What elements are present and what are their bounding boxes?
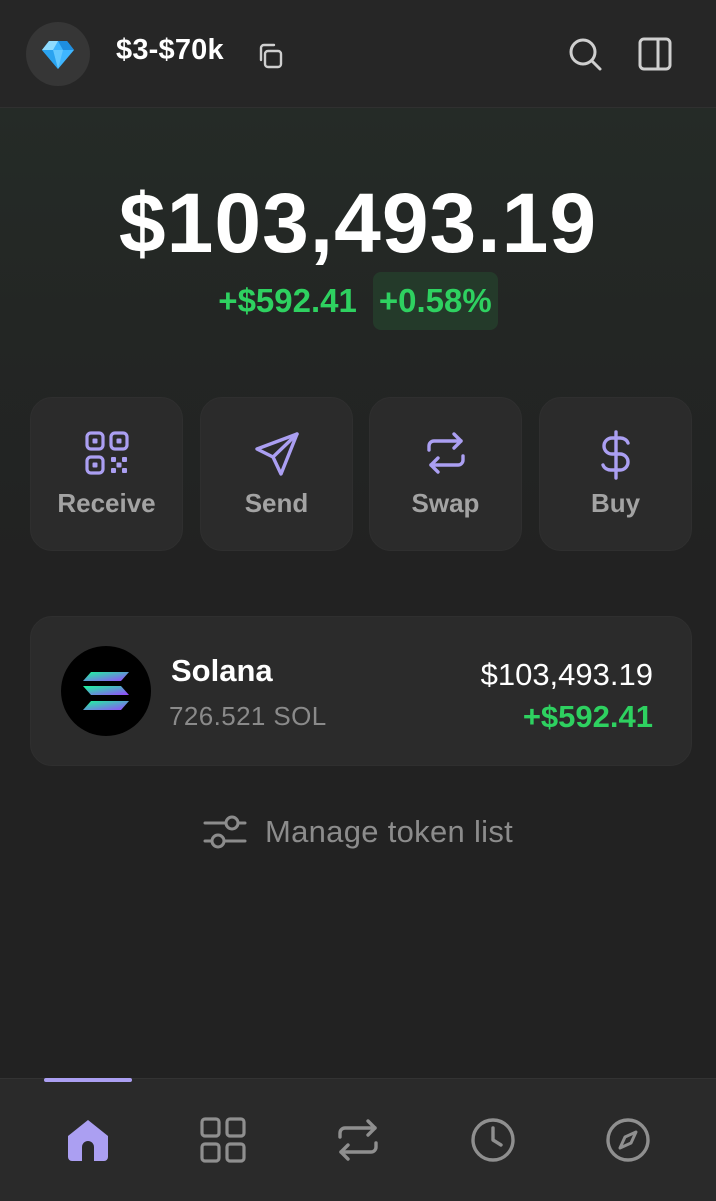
compass-icon[interactable] <box>603 1115 653 1165</box>
account-avatar[interactable] <box>26 22 90 86</box>
manage-token-list-button[interactable]: Manage token list <box>0 812 716 852</box>
copy-icon[interactable] <box>255 41 285 71</box>
total-balance: $103,493.19 <box>118 176 598 270</box>
dollar-icon <box>600 430 630 480</box>
buy-button[interactable]: Buy <box>539 397 692 551</box>
balance-change-percent: +0.58% <box>372 272 498 330</box>
qr-code-icon <box>84 431 129 475</box>
sliders-icon <box>203 815 247 849</box>
active-tab-indicator <box>44 1078 132 1082</box>
send-button[interactable]: Send <box>200 397 353 551</box>
token-value: $103,493.19 <box>480 657 653 692</box>
solana-logo-icon <box>61 646 151 736</box>
clock-icon[interactable] <box>468 1115 518 1165</box>
token-name: Solana <box>171 653 273 688</box>
swap-tab-icon[interactable] <box>333 1115 383 1165</box>
swap-label: Swap <box>411 488 480 518</box>
search-icon[interactable] <box>566 35 604 73</box>
send-label: Send <box>244 488 309 518</box>
token-amount: 726.521 SOL <box>169 701 327 731</box>
swap-arrows-icon <box>426 432 465 474</box>
token-row-solana[interactable]: Solana 726.521 SOL $103,493.19 +$592.41 <box>30 616 692 766</box>
receive-label: Receive <box>57 488 156 518</box>
token-change: +$592.41 <box>522 699 653 734</box>
grid-icon[interactable] <box>198 1115 248 1165</box>
home-icon[interactable] <box>63 1115 113 1165</box>
account-name[interactable]: $3-$70k <box>116 34 224 67</box>
header: $3-$70k <box>0 0 716 108</box>
paper-plane-icon <box>254 432 299 476</box>
receive-button[interactable]: Receive <box>30 397 183 551</box>
side-panel-icon[interactable] <box>636 35 674 73</box>
balance-change-amount: +$592.41 <box>218 282 357 319</box>
quick-actions: Receive Send Swap Buy <box>30 397 692 551</box>
bottom-tab-bar <box>0 1078 716 1201</box>
buy-label: Buy <box>590 488 641 518</box>
swap-button[interactable]: Swap <box>369 397 522 551</box>
manage-token-list-label: Manage token list <box>264 814 514 849</box>
gem-icon <box>42 41 74 69</box>
balance-change: +$592.41 +0.58% <box>0 272 716 330</box>
